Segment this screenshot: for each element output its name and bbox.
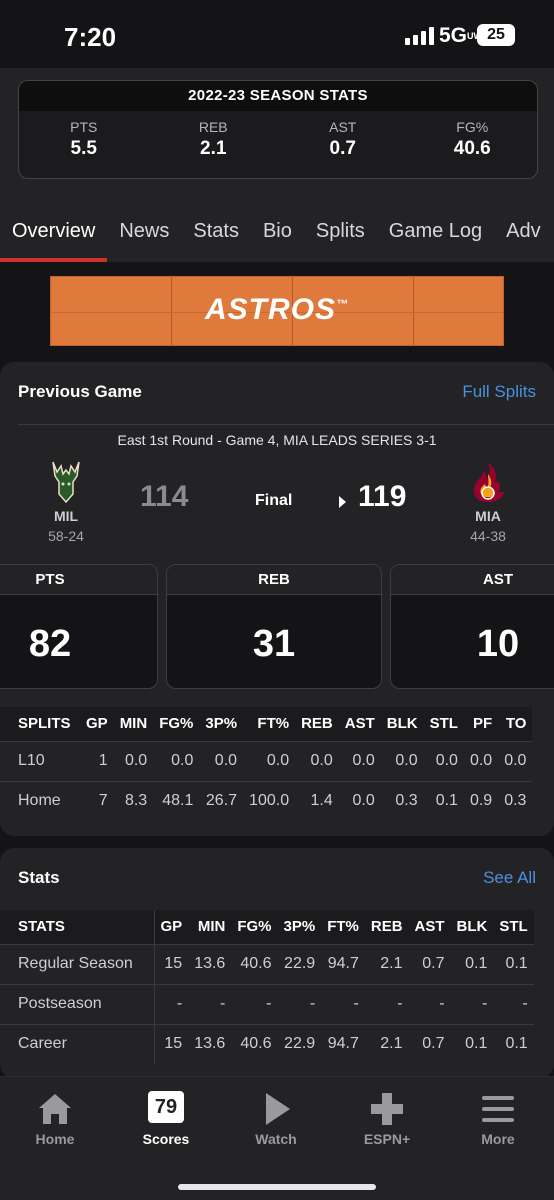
previous-game-title: Previous Game [18, 382, 142, 401]
scores-icon: 79 [121, 1091, 211, 1127]
stats-table: STATS GP MIN FG% 3P% FT% REB AST BLK STL… [0, 910, 534, 1064]
tabbar-espn-plus[interactable]: ESPN+ [342, 1091, 432, 1147]
home-score: 119 [358, 480, 407, 513]
player-tabs: Overview News Stats Bio Splits Game Log … [0, 208, 554, 262]
tab-game-log[interactable]: Game Log [377, 208, 494, 262]
away-team[interactable]: MIL 58-24 [26, 460, 106, 544]
previous-game-card: Previous Game Full Splits East 1st Round… [0, 362, 554, 836]
tab-overview[interactable]: Overview [0, 208, 108, 262]
plus-icon [342, 1091, 432, 1127]
tab-advanced[interactable]: Adv [494, 208, 552, 262]
tabbar-watch[interactable]: Watch [231, 1091, 321, 1147]
table-row: Career 15 13.6 40.6 22.9 94.7 2.1 0.7 0.1 0.1 [0, 1023, 534, 1064]
see-all-link[interactable]: See All [483, 868, 536, 888]
ad-banner[interactable]: ASTROS™ [50, 276, 504, 346]
battery-icon: 25 [477, 24, 515, 46]
home-indicator[interactable] [178, 1184, 376, 1190]
winner-arrow-icon [339, 496, 346, 508]
table-row: Home 7 8.3 48.1 26.7 100.0 1.4 0.0 0.3 0.1 0.9 0.3 [0, 780, 533, 821]
clock: 7:20 [64, 22, 117, 52]
bottom-tab-bar: Home 79 Scores Watch ESPN+ More [0, 1076, 554, 1200]
game-stat-ast: AST 10 [390, 564, 554, 689]
play-icon [231, 1091, 321, 1127]
network-indicator: 5GUW [439, 24, 483, 47]
game-stat-pts: PTS 82 [0, 564, 158, 689]
stats-card: Stats See All STATS GP MIN FG% 3P% FT% R… [0, 848, 554, 1078]
season-stat-reb: REB 2.1 [198, 119, 228, 159]
season-stat-pts: PTS 5.5 [70, 119, 98, 159]
full-splits-link[interactable]: Full Splits [462, 382, 536, 402]
tabbar-home[interactable]: Home [10, 1091, 100, 1147]
season-stat-ast: AST 0.7 [329, 119, 357, 159]
season-stat-fg: FG% 40.6 [453, 119, 491, 159]
splits-header-row: SPLITS GP MIN FG% 3P% FT% REB AST BLK ST… [0, 707, 533, 741]
heat-logo-icon [474, 462, 504, 502]
stats-header-row: STATS GP MIN FG% 3P% FT% REB AST BLK STL [0, 910, 534, 944]
tabbar-scores[interactable]: 79 Scores [121, 1091, 211, 1147]
tab-splits[interactable]: Splits [304, 208, 377, 262]
status-bar: 7:20 5GUW 25 [0, 0, 554, 68]
season-stats-card: 2022-23 SEASON STATS PTS 5.5 REB 2.1 AST 0.… [18, 80, 538, 179]
splits-table: SPLITS GP MIN FG% 3P% FT% REB AST BLK ST… [0, 707, 533, 821]
tab-stats[interactable]: Stats [181, 208, 251, 262]
tab-bio[interactable]: Bio [251, 208, 304, 262]
bucks-logo-icon [52, 461, 80, 504]
tab-news[interactable]: News [107, 208, 181, 262]
game-stat-reb: REB 31 [166, 564, 382, 689]
home-team[interactable]: MIA 44-38 [448, 460, 528, 544]
tabbar-more[interactable]: More [453, 1091, 543, 1147]
signal-icon [405, 27, 434, 45]
series-status: East 1st Round - Game 4, MIA LEADS SERIE… [117, 432, 437, 448]
table-row: L10 1 0.0 0.0 0.0 0.0 0.0 0.0 0.0 0.0 0.0 0.0 [0, 740, 533, 781]
season-stats-title: 2022-23 SEASON STATS [19, 81, 537, 111]
menu-icon [453, 1091, 543, 1127]
table-row: Regular Season 15 13.6 40.6 22.9 94.7 2.1 0.7 0.… [0, 943, 534, 984]
away-score: 114 [140, 480, 189, 513]
home-icon [10, 1091, 100, 1127]
stats-title: Stats [18, 868, 60, 887]
ad-brand-logo: ASTROS™ [204, 293, 349, 326]
table-row: Postseason - - - - - - - - - [0, 983, 534, 1024]
player-header: 2022-23 SEASON STATS PTS 5.5 REB 2.1 AST 0.… [0, 68, 554, 262]
game-status: Final [255, 492, 293, 509]
